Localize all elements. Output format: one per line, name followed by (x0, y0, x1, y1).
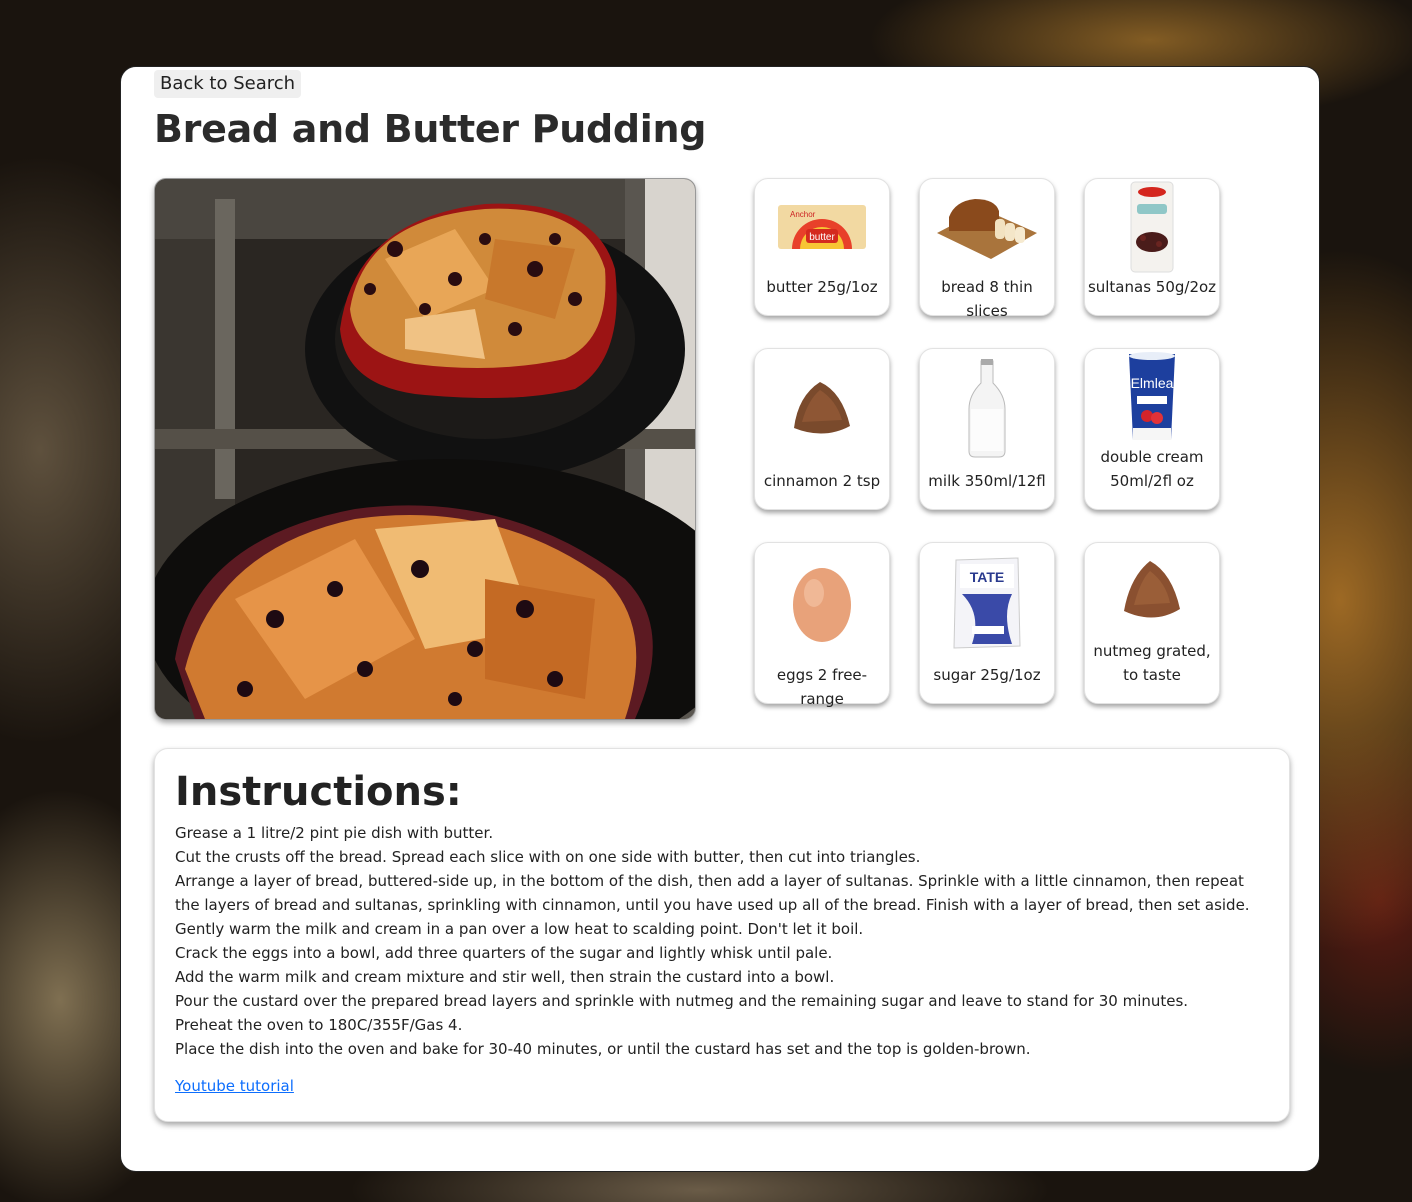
sultanas-bag-icon (1085, 179, 1219, 275)
instruction-step: Grease a 1 litre/2 pint pie dish with bu… (175, 824, 494, 842)
instructions-list: Grease a 1 litre/2 pint pie dish with bu… (175, 821, 1269, 1061)
instruction-step: Place the dish into the oven and bake fo… (175, 1040, 1031, 1058)
svg-text:Elmlea: Elmlea (1131, 375, 1174, 391)
instructions-heading: Instructions: (175, 769, 462, 815)
instruction-step: Add the warm milk and cream mixture and … (175, 968, 835, 986)
youtube-tutorial-link[interactable]: Youtube tutorial (175, 1077, 294, 1095)
instruction-step: Crack the eggs into a bowl, add three qu… (175, 944, 833, 962)
recipe-photo (154, 178, 696, 720)
ingredient-label: butter 25g/1oz (766, 278, 878, 296)
butter-pack-icon: butter Anchor (755, 179, 889, 275)
milk-bottle-icon (920, 349, 1054, 469)
svg-text:butter: butter (809, 232, 835, 243)
ingredient-label: eggs 2 free-range (776, 666, 868, 708)
bread-loaf-icon (920, 179, 1054, 275)
ingredient-label: nutmeg grated, to taste (1093, 642, 1211, 684)
ingredient-card[interactable]: sultanas 50g/2oz (1084, 178, 1220, 316)
instruction-step: Arrange a layer of bread, buttered-side … (175, 872, 1250, 914)
ingredient-card[interactable]: nutmeg grated, to taste (1084, 542, 1220, 704)
instruction-step: Pour the custard over the prepared bread… (175, 992, 1189, 1010)
ingredient-card[interactable]: bread 8 thin slices (919, 178, 1055, 320)
ingredient-label: bread 8 thin slices (941, 278, 1033, 320)
ingredient-card[interactable]: eggs 2 free-range (754, 542, 890, 708)
spice-pile-icon (1085, 543, 1219, 639)
ingredient-card[interactable]: TATE sugar 25g/1oz (919, 542, 1055, 704)
ingredient-label: double cream 50ml/2fl oz (1100, 448, 1204, 490)
instruction-step: Cut the crusts off the bread. Spread eac… (175, 848, 921, 866)
ingredient-card[interactable]: Elmlea double cream 50ml/2fl oz (1084, 348, 1220, 510)
recipe-card: Back to Search Bread and Butter Pudding (120, 66, 1320, 1172)
sugar-bag-icon: TATE (920, 543, 1054, 663)
page-title: Bread and Butter Pudding (154, 107, 707, 151)
ingredient-label: sugar 25g/1oz (933, 666, 1041, 684)
ingredient-card[interactable]: butter Anchor butter 25g/1oz (754, 178, 890, 316)
instructions-panel: Instructions: Grease a 1 litre/2 pint pi… (154, 748, 1290, 1122)
egg-icon (755, 543, 889, 663)
ingredient-label: cinnamon 2 tsp (763, 472, 881, 490)
ingredient-label: sultanas 50g/2oz (1087, 278, 1217, 296)
cream-tub-icon: Elmlea (1085, 349, 1219, 445)
back-to-search-button[interactable]: Back to Search (154, 70, 302, 98)
ingredient-card[interactable]: milk 350ml/12fl (919, 348, 1055, 510)
instruction-step: Gently warm the milk and cream in a pan … (175, 920, 864, 938)
ingredient-label: milk 350ml/12fl (928, 472, 1046, 490)
svg-text:Anchor: Anchor (790, 210, 816, 219)
svg-text:TATE: TATE (970, 569, 1004, 585)
spice-pile-icon (755, 349, 889, 469)
ingredient-card[interactable]: cinnamon 2 tsp (754, 348, 890, 510)
instruction-step: Preheat the oven to 180C/355F/Gas 4. (175, 1016, 463, 1034)
